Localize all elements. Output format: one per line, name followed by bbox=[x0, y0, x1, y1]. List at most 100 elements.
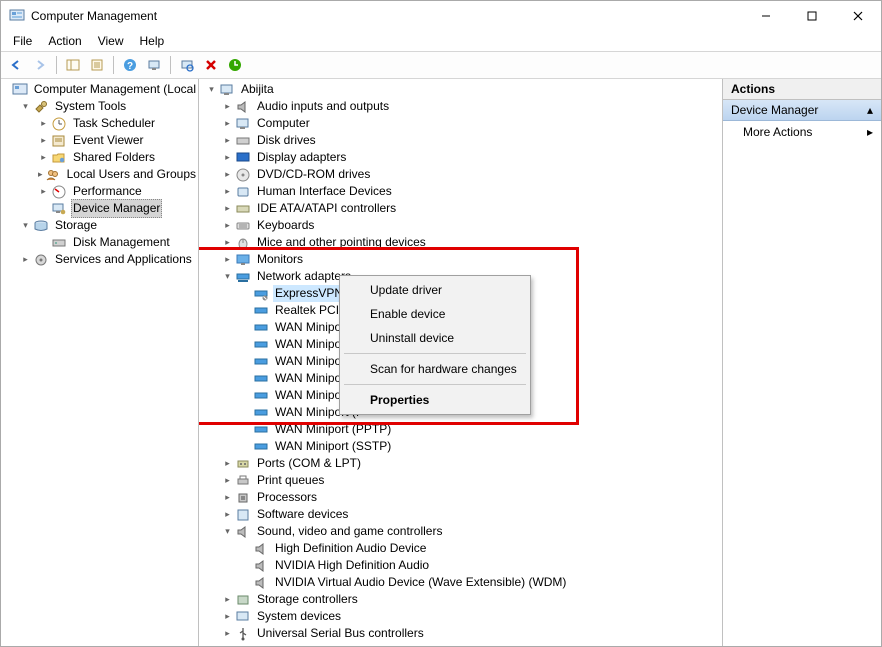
cat-ports[interactable]: ▸Ports (COM & LPT) bbox=[221, 455, 722, 472]
expand-icon[interactable]: ▸ bbox=[221, 134, 234, 147]
expand-icon[interactable]: ▸ bbox=[221, 168, 234, 181]
tree-task-scheduler[interactable]: ▸Task Scheduler bbox=[37, 115, 198, 132]
tree-local-users[interactable]: ▸Local Users and Groups bbox=[37, 166, 198, 183]
collapse-icon[interactable]: ▾ bbox=[19, 219, 32, 232]
scan-hardware-button[interactable] bbox=[176, 54, 198, 76]
expand-icon[interactable]: ▸ bbox=[221, 457, 234, 470]
dev-nvidia-audio[interactable]: NVIDIA High Definition Audio bbox=[239, 557, 722, 574]
expand-icon[interactable]: ▸ bbox=[221, 236, 234, 249]
cat-ide[interactable]: ▸IDE ATA/ATAPI controllers bbox=[221, 200, 722, 217]
tree-event-viewer[interactable]: ▸Event Viewer bbox=[37, 132, 198, 149]
cat-keyboards[interactable]: ▸Keyboards bbox=[221, 217, 722, 234]
expand-icon[interactable]: ▸ bbox=[37, 185, 50, 198]
cat-software-devices[interactable]: ▸Software devices bbox=[221, 506, 722, 523]
expand-icon[interactable]: ▸ bbox=[221, 491, 234, 504]
uninstall-button[interactable] bbox=[200, 54, 222, 76]
expand-icon[interactable]: ▸ bbox=[221, 610, 234, 623]
collapse-icon[interactable]: ▾ bbox=[221, 270, 234, 283]
device-root[interactable]: ▾Abijita bbox=[205, 81, 722, 98]
collapse-icon[interactable]: ▾ bbox=[19, 100, 32, 113]
actions-more[interactable]: More Actions ▸ bbox=[723, 121, 881, 143]
refresh-button[interactable] bbox=[143, 54, 165, 76]
tree-performance[interactable]: ▸Performance bbox=[37, 183, 198, 200]
nic-icon bbox=[253, 354, 269, 370]
help-button[interactable]: ? bbox=[119, 54, 141, 76]
cat-print-queues[interactable]: ▸Print queues bbox=[221, 472, 722, 489]
event-icon bbox=[51, 133, 67, 149]
cat-display-adapters[interactable]: ▸Display adapters bbox=[221, 149, 722, 166]
menu-file[interactable]: File bbox=[5, 32, 40, 50]
actions-group-device-manager[interactable]: Device Manager ▴ bbox=[723, 100, 881, 121]
device-manager-icon bbox=[51, 201, 67, 217]
cat-usb[interactable]: ▸Universal Serial Bus controllers bbox=[221, 625, 722, 642]
expand-icon[interactable]: ▸ bbox=[19, 253, 32, 266]
submenu-arrow-icon: ▸ bbox=[867, 125, 873, 139]
dev-wan-pptp[interactable]: WAN Miniport (PPTP) bbox=[239, 421, 722, 438]
cat-monitors[interactable]: ▸Monitors bbox=[221, 251, 722, 268]
ctx-enable-device[interactable]: Enable device bbox=[342, 302, 528, 326]
tree-shared-folders[interactable]: ▸Shared Folders bbox=[37, 149, 198, 166]
expand-icon[interactable]: ▸ bbox=[221, 593, 234, 606]
context-menu: Update driver Enable device Uninstall de… bbox=[339, 275, 531, 415]
maximize-button[interactable] bbox=[789, 1, 835, 31]
expand-icon[interactable]: ▸ bbox=[221, 185, 234, 198]
tree-system-tools[interactable]: ▾ System Tools bbox=[19, 98, 198, 115]
close-button[interactable] bbox=[835, 1, 881, 31]
cat-system-devices[interactable]: ▸System devices bbox=[221, 608, 722, 625]
dev-wan-sstp[interactable]: WAN Miniport (SSTP) bbox=[239, 438, 722, 455]
tree-services-apps[interactable]: ▸Services and Applications bbox=[19, 251, 198, 268]
window-title: Computer Management bbox=[31, 9, 743, 23]
ctx-properties[interactable]: Properties bbox=[342, 388, 528, 412]
cat-storage-controllers[interactable]: ▸Storage controllers bbox=[221, 591, 722, 608]
ctx-uninstall-device[interactable]: Uninstall device bbox=[342, 326, 528, 350]
collapse-icon[interactable]: ▾ bbox=[205, 83, 218, 96]
expand-icon[interactable]: ▸ bbox=[221, 253, 234, 266]
display-icon bbox=[235, 150, 251, 166]
ctx-scan-hardware[interactable]: Scan for hardware changes bbox=[342, 357, 528, 381]
tree-device-manager[interactable]: Device Manager bbox=[37, 200, 198, 217]
menu-view[interactable]: View bbox=[90, 32, 132, 50]
disk-icon bbox=[51, 235, 67, 251]
expand-icon[interactable]: ▸ bbox=[221, 202, 234, 215]
properties-button[interactable] bbox=[86, 54, 108, 76]
expand-icon[interactable]: ▸ bbox=[37, 117, 50, 130]
cat-sound[interactable]: ▾Sound, video and game controllers bbox=[221, 523, 722, 540]
back-button[interactable] bbox=[5, 54, 27, 76]
dev-nvidia-virtual[interactable]: NVIDIA Virtual Audio Device (Wave Extens… bbox=[239, 574, 722, 591]
expand-icon[interactable]: ▸ bbox=[221, 219, 234, 232]
forward-button[interactable] bbox=[29, 54, 51, 76]
show-hide-tree-button[interactable] bbox=[62, 54, 84, 76]
dev-hd-audio[interactable]: High Definition Audio Device bbox=[239, 540, 722, 557]
collapse-icon[interactable]: ▾ bbox=[221, 525, 234, 538]
nic-icon bbox=[253, 388, 269, 404]
hid-icon bbox=[235, 184, 251, 200]
expand-icon[interactable]: ▸ bbox=[37, 151, 50, 164]
ctx-update-driver[interactable]: Update driver bbox=[342, 278, 528, 302]
users-icon bbox=[45, 167, 61, 183]
cat-computer[interactable]: ▸Computer bbox=[221, 115, 722, 132]
tree-disk-management[interactable]: Disk Management bbox=[37, 234, 198, 251]
expand-icon[interactable]: ▸ bbox=[37, 134, 50, 147]
result-pane[interactable]: ▾Abijita ▸Audio inputs and outputs ▸Comp… bbox=[199, 79, 723, 646]
expand-icon[interactable]: ▸ bbox=[221, 117, 234, 130]
expand-icon[interactable]: ▸ bbox=[221, 508, 234, 521]
cat-hid[interactable]: ▸Human Interface Devices bbox=[221, 183, 722, 200]
expand-icon[interactable]: ▸ bbox=[221, 627, 234, 640]
menu-action[interactable]: Action bbox=[40, 32, 89, 50]
expand-icon[interactable]: ▸ bbox=[221, 100, 234, 113]
cpu-icon bbox=[235, 490, 251, 506]
menu-help[interactable]: Help bbox=[132, 32, 173, 50]
tree-storage[interactable]: ▾ Storage bbox=[19, 217, 198, 234]
cat-disk-drives[interactable]: ▸Disk drives bbox=[221, 132, 722, 149]
enable-button[interactable] bbox=[224, 54, 246, 76]
cat-dvd[interactable]: ▸DVD/CD-ROM drives bbox=[221, 166, 722, 183]
cat-audio-io[interactable]: ▸Audio inputs and outputs bbox=[221, 98, 722, 115]
cat-mice[interactable]: ▸Mice and other pointing devices bbox=[221, 234, 722, 251]
tree-root[interactable]: Computer Management (Local bbox=[3, 81, 198, 98]
cat-processors[interactable]: ▸Processors bbox=[221, 489, 722, 506]
expand-icon[interactable]: ▸ bbox=[37, 168, 44, 181]
scope-pane[interactable]: Computer Management (Local ▾ System Tool… bbox=[1, 79, 199, 646]
expand-icon[interactable]: ▸ bbox=[221, 474, 234, 487]
expand-icon[interactable]: ▸ bbox=[221, 151, 234, 164]
minimize-button[interactable] bbox=[743, 1, 789, 31]
